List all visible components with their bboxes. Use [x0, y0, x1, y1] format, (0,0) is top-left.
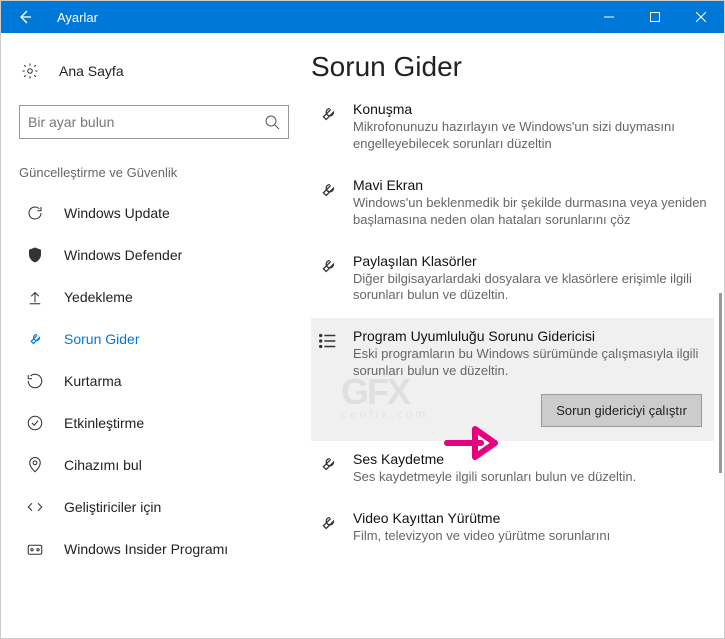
maximize-button[interactable]: [632, 1, 678, 33]
wrench-icon: [24, 330, 46, 348]
wrench-icon: [315, 512, 341, 534]
nav-label: Etkinleştirme: [64, 415, 144, 431]
shield-icon: [24, 246, 46, 264]
nav-label: Sorun Gider: [64, 331, 139, 347]
recovery-icon: [24, 372, 46, 390]
ts-desc: Windows'un beklenmedik bir şekilde durma…: [353, 195, 710, 229]
sidebar-item-activation[interactable]: Etkinleştirme: [19, 402, 289, 444]
search-input[interactable]: Bir ayar bulun: [19, 105, 289, 139]
troubleshooter-blue-screen[interactable]: Mavi Ekran Windows'un beklenmedik bir şe…: [311, 167, 714, 243]
wrench-icon: [315, 103, 341, 125]
sidebar-item-developers[interactable]: Geliştiriciler için: [19, 486, 289, 528]
search-icon: [264, 114, 280, 130]
sidebar-item-windows-update[interactable]: Windows Update: [19, 192, 289, 234]
ts-desc: Eski programların bu Windows sürümünde ç…: [353, 346, 710, 380]
nav-label: Geliştiriciler için: [64, 499, 161, 515]
wrench-icon: [315, 255, 341, 277]
find-device-icon: [24, 456, 46, 474]
troubleshooter-video-playback[interactable]: Video Kayıttan Yürütme Film, televizyon …: [311, 500, 714, 559]
ts-title: Paylaşılan Klasörler: [353, 253, 710, 269]
troubleshooter-audio-recording[interactable]: Ses Kaydetme Ses kaydetmeyle ilgili soru…: [311, 441, 714, 500]
search-placeholder: Bir ayar bulun: [28, 114, 114, 130]
main-panel: Sorun Gider Konuşma Mikrofonunuzu hazırl…: [301, 33, 724, 638]
home-link[interactable]: Ana Sayfa: [19, 51, 289, 91]
scrollbar[interactable]: [719, 93, 722, 613]
title-bar: Ayarlar: [1, 1, 724, 33]
ts-title: Mavi Ekran: [353, 177, 710, 193]
nav-label: Windows Defender: [64, 247, 182, 263]
ts-desc: Ses kaydetmeyle ilgili sorunları bulun v…: [353, 469, 710, 486]
insider-icon: [24, 540, 46, 558]
nav-label: Kurtarma: [64, 373, 122, 389]
sidebar-item-find-device[interactable]: Cihazımı bul: [19, 444, 289, 486]
minimize-button[interactable]: [586, 1, 632, 33]
backup-icon: [24, 288, 46, 306]
run-row: Sorun gidericiyi çalıştır: [311, 394, 714, 441]
developers-icon: [24, 498, 46, 516]
ts-title: Video Kayıttan Yürütme: [353, 510, 710, 526]
sidebar-item-insider[interactable]: Windows Insider Programı: [19, 528, 289, 570]
home-label: Ana Sayfa: [59, 63, 124, 79]
sidebar: Ana Sayfa Bir ayar bulun Güncelleştirme …: [1, 33, 301, 638]
sidebar-item-troubleshoot[interactable]: Sorun Gider: [19, 318, 289, 360]
troubleshooter-program-compatibility[interactable]: Program Uyumluluğu Sorunu Gidericisi Esk…: [311, 318, 714, 394]
ts-title: Ses Kaydetme: [353, 451, 710, 467]
nav-label: Yedekleme: [64, 289, 133, 305]
sidebar-item-backup[interactable]: Yedekleme: [19, 276, 289, 318]
wrench-icon: [315, 179, 341, 201]
wrench-icon: [315, 453, 341, 475]
sidebar-group-heading: Güncelleştirme ve Güvenlik: [19, 165, 289, 180]
sync-icon: [24, 204, 46, 222]
nav-label: Windows Insider Programı: [64, 541, 228, 557]
sidebar-item-windows-defender[interactable]: Windows Defender: [19, 234, 289, 276]
troubleshooter-speech[interactable]: Konuşma Mikrofonunuzu hazırlayın ve Wind…: [311, 91, 714, 167]
window-title: Ayarlar: [49, 10, 98, 25]
ts-desc: Mikrofonunuzu hazırlayın ve Windows'un s…: [353, 119, 710, 153]
run-troubleshooter-button[interactable]: Sorun gidericiyi çalıştır: [541, 394, 702, 427]
troubleshooter-shared-folders[interactable]: Paylaşılan Klasörler Diğer bilgisayarlar…: [311, 243, 714, 319]
gear-icon: [19, 62, 41, 80]
nav-label: Windows Update: [64, 205, 170, 221]
ts-title: Konuşma: [353, 101, 710, 117]
back-button[interactable]: [1, 1, 49, 33]
nav-label: Cihazımı bul: [64, 457, 142, 473]
ts-title: Program Uyumluluğu Sorunu Gidericisi: [353, 328, 710, 344]
ts-desc: Diğer bilgisayarlardaki dosyalara ve kla…: [353, 271, 710, 305]
activation-icon: [24, 414, 46, 432]
close-button[interactable]: [678, 1, 724, 33]
list-icon: [315, 330, 341, 352]
page-title: Sorun Gider: [311, 51, 714, 83]
sidebar-item-recovery[interactable]: Kurtarma: [19, 360, 289, 402]
ts-desc: Film, televizyon ve video yürütme sorunl…: [353, 528, 710, 545]
